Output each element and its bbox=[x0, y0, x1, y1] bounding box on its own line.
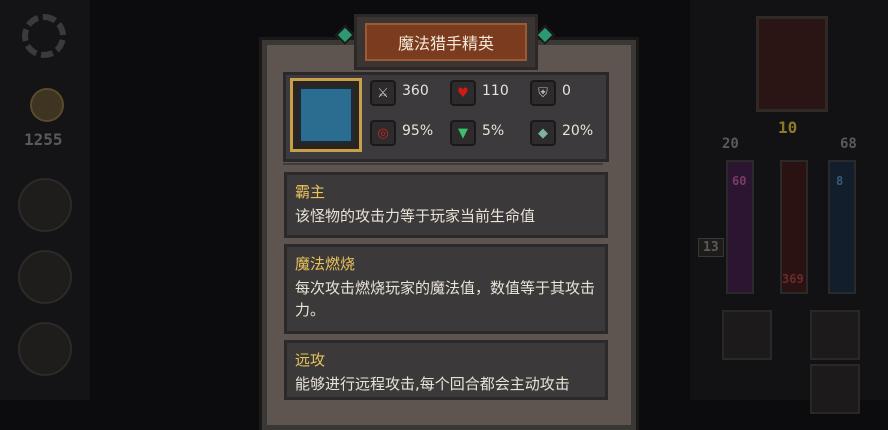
skill-title: 霸主 bbox=[295, 183, 326, 201]
skill-description: 该怪物的攻击力等于玩家当前生命值 bbox=[295, 207, 536, 225]
skill-title: 远攻 bbox=[295, 351, 326, 369]
gold-amount: 1255 bbox=[24, 130, 63, 149]
hero-defense: 68 bbox=[840, 136, 857, 152]
skill-description: 每次攻击燃烧玩家的魔法值，数值等于其攻击力。 bbox=[295, 279, 596, 319]
hero-attack: 20 bbox=[722, 136, 739, 152]
weapon-slot-icon[interactable] bbox=[18, 322, 72, 376]
gold-coin-icon bbox=[30, 88, 64, 122]
key-slot-icon[interactable] bbox=[722, 310, 772, 360]
hero-level: 10 bbox=[778, 118, 798, 137]
title-plate: 魔法猎手精英 bbox=[354, 14, 538, 70]
monster-portrait bbox=[290, 78, 362, 152]
shield-value: 8 bbox=[836, 174, 844, 188]
heart-icon: ♥ bbox=[450, 80, 476, 106]
health-value: 369 bbox=[782, 272, 804, 286]
crest-icon: ◆ bbox=[530, 120, 556, 146]
mask-slot-icon[interactable] bbox=[810, 310, 860, 360]
settings-gear-icon[interactable] bbox=[22, 14, 66, 58]
item-slot-icon[interactable] bbox=[810, 364, 860, 414]
hp-stat: 110 bbox=[482, 83, 509, 99]
accuracy-stat: 95% bbox=[402, 123, 434, 139]
sword-icon: ⚔ bbox=[370, 80, 396, 106]
monster-portrait-icon bbox=[299, 87, 353, 143]
skill-card: 霸主 该怪物的攻击力等于玩家当前生命值 bbox=[284, 172, 608, 238]
critical-stat: 20% bbox=[562, 123, 594, 139]
mana-value: 60 bbox=[732, 174, 747, 188]
target-icon: ◎ bbox=[370, 120, 396, 146]
skill-description: 能够进行远程攻击,每个回合都会主动攻击 bbox=[295, 375, 570, 393]
skill-card: 远攻 能够进行远程攻击,每个回合都会主动攻击 bbox=[284, 340, 608, 400]
tornado-icon: ▼ bbox=[450, 120, 476, 146]
attack-stat: 360 bbox=[402, 83, 429, 99]
shield-icon: ⛨ bbox=[530, 80, 556, 106]
skill-title: 魔法燃烧 bbox=[295, 255, 356, 273]
section-divider bbox=[283, 163, 603, 165]
skill-card: 魔法燃烧 每次攻击燃烧玩家的魔法值，数值等于其攻击力。 bbox=[284, 244, 608, 334]
armor-slot-icon[interactable] bbox=[18, 250, 72, 304]
floor-badge: 13 bbox=[698, 238, 724, 257]
evasion-stat: 5% bbox=[482, 123, 505, 139]
monster-name: 魔法猎手精英 bbox=[365, 23, 527, 61]
inventory-slot-icon[interactable] bbox=[18, 178, 72, 232]
hero-portrait bbox=[756, 16, 828, 112]
defense-stat: 0 bbox=[562, 83, 571, 99]
